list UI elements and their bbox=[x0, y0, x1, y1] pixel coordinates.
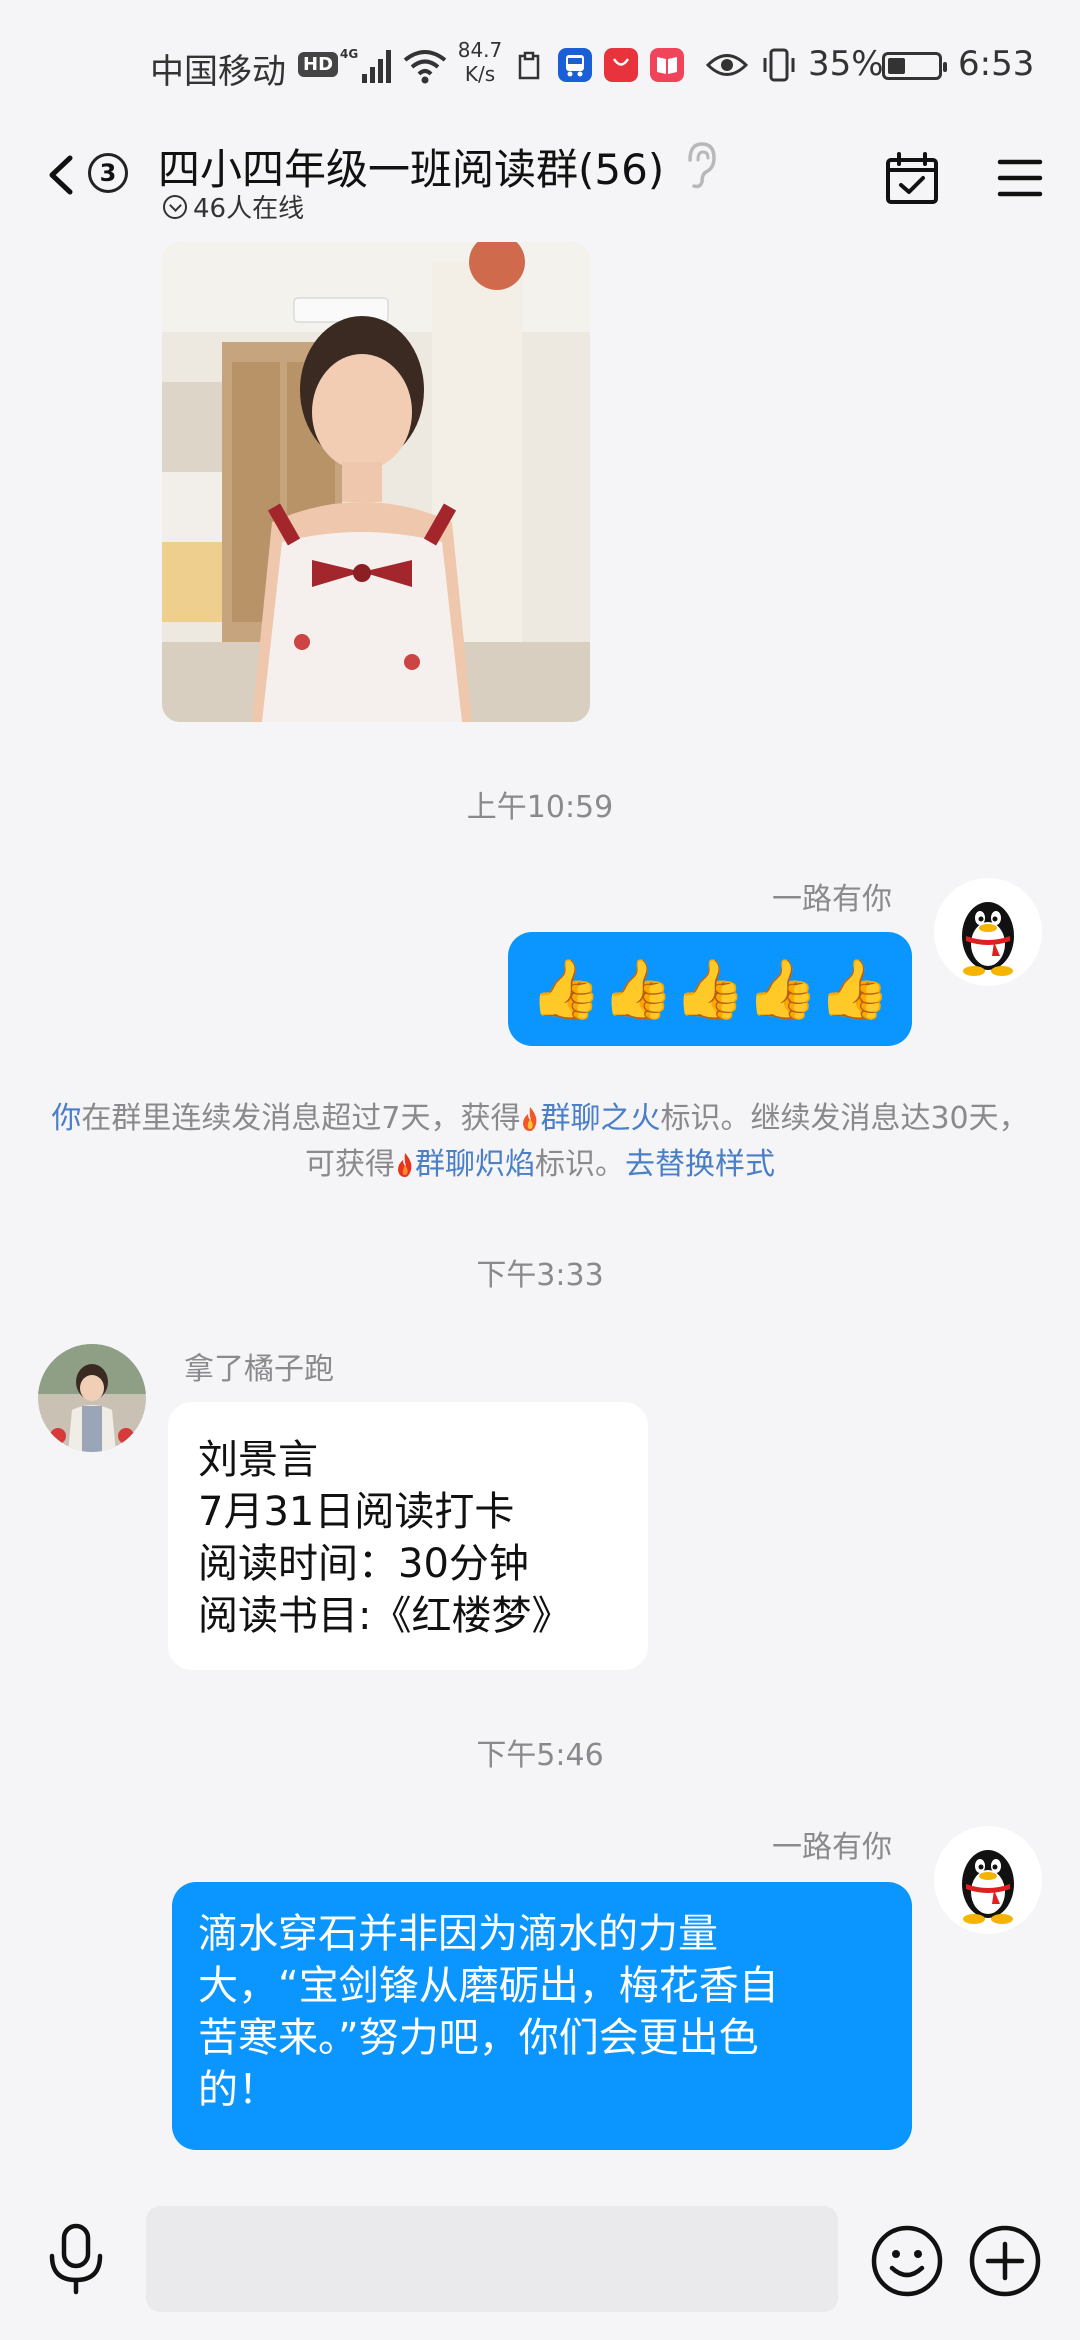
vibrate-icon bbox=[763, 48, 795, 82]
emoji-icon[interactable] bbox=[870, 2224, 944, 2298]
timestamp: 上午10:59 bbox=[466, 790, 614, 825]
message-line: 的！ bbox=[198, 2067, 278, 2113]
message-line: 苦寒来。”努力吧，你们会更出色 bbox=[198, 2015, 759, 2061]
store-app-icon bbox=[604, 48, 638, 82]
chat-header: 3 四小四年级一班阅读群(56) 46人在线 bbox=[0, 130, 1080, 245]
penguin-avatar[interactable] bbox=[934, 1826, 1042, 1934]
fire-icon bbox=[523, 1107, 537, 1131]
message-bubble[interactable]: 滴水穿石并非因为滴水的力量 大，“宝剑锋从磨砺出，梅花香自 苦寒来。”努力吧，你… bbox=[172, 1882, 912, 2150]
book-app-icon bbox=[650, 48, 684, 82]
network-label: 4G bbox=[340, 47, 358, 61]
clipboard-icon bbox=[518, 51, 540, 80]
message-line: 阅读时间：30分钟 bbox=[198, 1541, 529, 1587]
online-count: 46人在线 bbox=[193, 194, 305, 224]
thumbs-up-emojis: 👍👍👍👍👍 bbox=[529, 955, 891, 1023]
notice-text: 在群里连续发消息超过7天，获得 bbox=[81, 1101, 521, 1136]
chevron-down-icon bbox=[163, 194, 187, 219]
sender-name[interactable]: 一路有你 bbox=[772, 1822, 892, 1866]
online-status[interactable]: 46人在线 bbox=[163, 188, 304, 225]
eye-comfort-icon bbox=[706, 54, 748, 76]
badge-link[interactable]: 群聊炽焰 bbox=[415, 1147, 535, 1182]
sender-name[interactable]: 拿了橘子跑 bbox=[184, 1344, 334, 1388]
network-speed: 84.7 K/s bbox=[455, 38, 505, 86]
bus-app-icon bbox=[558, 48, 592, 82]
message-input[interactable] bbox=[146, 2206, 838, 2312]
plus-icon[interactable] bbox=[968, 2224, 1042, 2298]
wifi-icon bbox=[403, 50, 447, 84]
user-avatar[interactable] bbox=[38, 1344, 146, 1452]
message-line: 滴水穿石并非因为滴水的力量 bbox=[198, 1911, 718, 1957]
message-line: 刘景言 bbox=[198, 1437, 318, 1483]
menu-icon[interactable] bbox=[996, 156, 1044, 200]
mic-icon[interactable] bbox=[44, 2222, 108, 2296]
back-icon[interactable] bbox=[40, 150, 90, 200]
battery-percent: 35% bbox=[808, 44, 884, 84]
input-bar bbox=[0, 2178, 1080, 2340]
calendar-check-icon[interactable] bbox=[884, 150, 940, 206]
battery-icon bbox=[882, 52, 947, 80]
speed-unit: K/s bbox=[464, 62, 496, 86]
shared-photo[interactable] bbox=[162, 242, 590, 722]
notice-you-link[interactable]: 你 bbox=[51, 1101, 81, 1136]
sender-name[interactable]: 一路有你 bbox=[772, 874, 892, 918]
penguin-avatar[interactable] bbox=[934, 878, 1042, 986]
carrier-label: 中国移动 bbox=[150, 52, 286, 92]
timestamp: 下午5:46 bbox=[476, 1738, 604, 1773]
change-style-link[interactable]: 去替换样式 bbox=[625, 1147, 775, 1182]
unread-count-badge[interactable]: 3 bbox=[88, 153, 128, 193]
notification-icons bbox=[512, 48, 684, 84]
signal-icon: 4G bbox=[340, 47, 391, 83]
message-line: 大，“宝剑锋从磨砺出，梅花香自 bbox=[198, 1963, 779, 2009]
group-fire-notice: 你在群里连续发消息超过7天，获得 群聊之火标识。继续发消息达30天，可获得 群聊炽焰… bbox=[40, 1096, 1040, 1188]
timestamp: 下午3:33 bbox=[476, 1258, 604, 1293]
hd-badge: HD bbox=[298, 52, 339, 77]
clock: 6:53 bbox=[958, 44, 1035, 84]
message-line: 7月31日阅读打卡 bbox=[198, 1489, 515, 1535]
speed-value: 84.7 bbox=[457, 38, 503, 62]
ear-icon[interactable] bbox=[680, 140, 720, 190]
message-bubble[interactable]: 👍👍👍👍👍 bbox=[508, 932, 912, 1046]
badge-link[interactable]: 群聊之火 bbox=[540, 1101, 660, 1136]
fire-icon bbox=[398, 1153, 412, 1177]
battery-level-fill bbox=[888, 58, 905, 74]
notice-text: 标识。 bbox=[535, 1147, 625, 1182]
message-bubble[interactable]: 刘景言 7月31日阅读打卡 阅读时间：30分钟 阅读书目:《红楼梦》 bbox=[168, 1402, 648, 1670]
message-line: 阅读书目:《红楼梦》 bbox=[198, 1593, 572, 1639]
status-bar: 中国移动 HD 4G 84.7 K/s 35% 6:53 bbox=[0, 0, 1080, 130]
